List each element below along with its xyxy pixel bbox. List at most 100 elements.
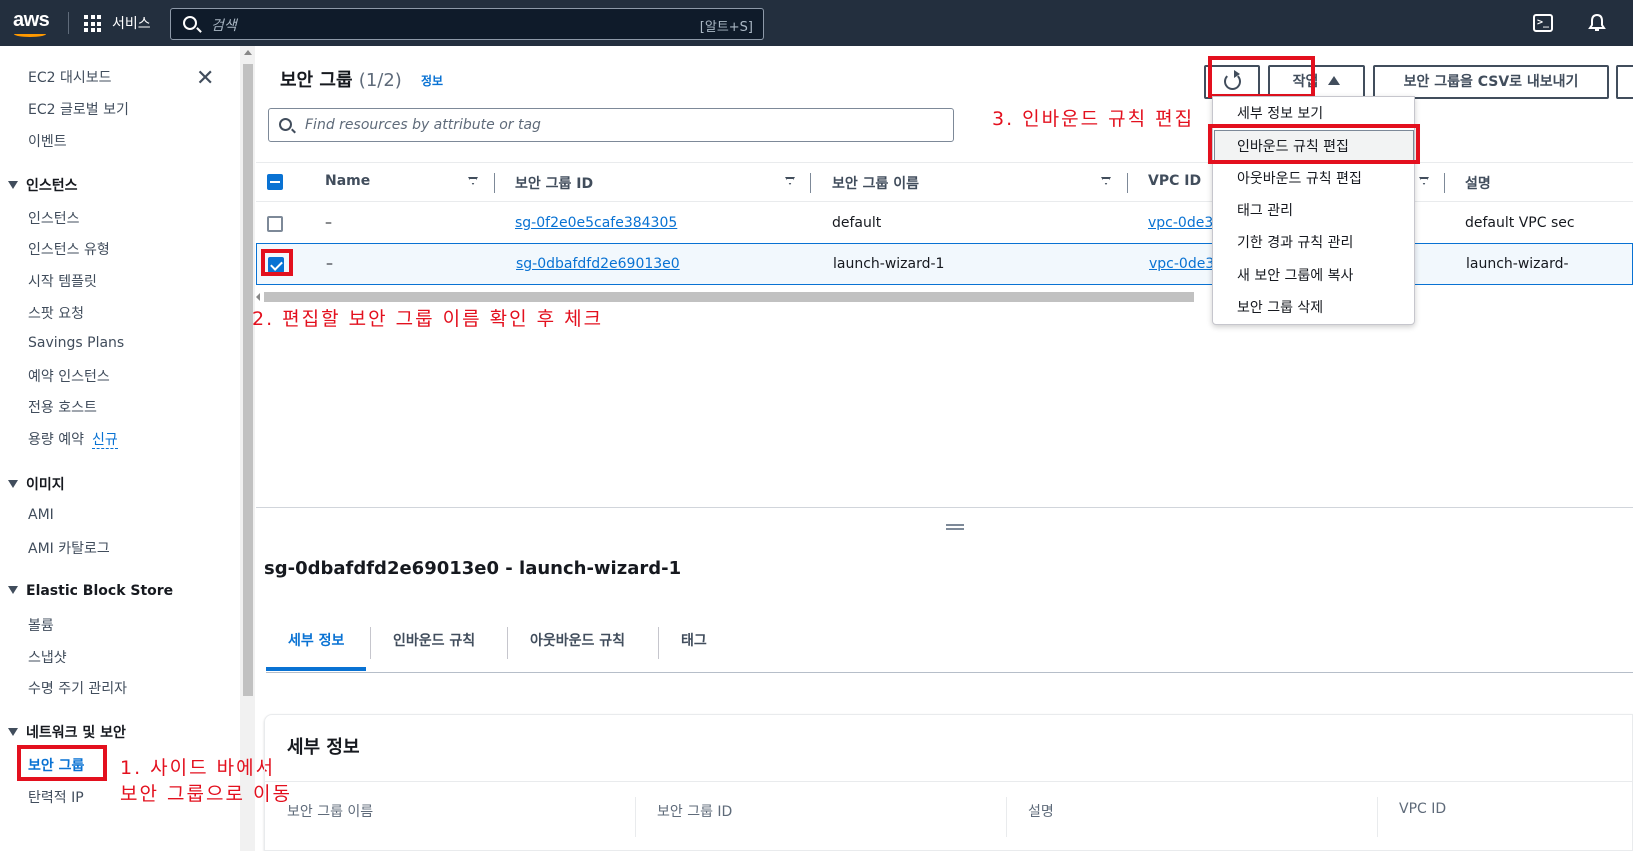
select-all-checkbox[interactable]: [267, 174, 283, 190]
table-row[interactable]: – sg-0f2e0e5cafe384305 default vpc-0de3 …: [256, 203, 1633, 245]
sidebar-item-events[interactable]: 이벤트: [28, 131, 67, 151]
annotation-box-step1: [17, 745, 107, 781]
cell-name: –: [326, 256, 333, 272]
caret-down-icon: [8, 728, 18, 736]
search-icon: [183, 16, 197, 30]
main-content: 보안 그룹 (1/2) 정보 작업 보안 그룹을 CSV로 내보내기 3. 인바…: [252, 46, 1633, 851]
aws-logo[interactable]: aws: [13, 9, 50, 32]
sidebar-item-instance-types[interactable]: 인스턴스 유형: [28, 239, 110, 259]
annotation-step1-line1: 1. 사이드 바에서: [120, 757, 276, 779]
menu-item-view-details[interactable]: 세부 정보 보기: [1237, 103, 1323, 123]
tab-inbound-rules[interactable]: 인바운드 규칙: [371, 627, 497, 671]
sidebar-item-ec2-dashboard[interactable]: EC2 대시보드: [28, 67, 112, 87]
detail-tabs: 세부 정보 인바운드 규칙 아웃바운드 규칙 태그: [266, 627, 1633, 673]
sidebar-item-lifecycle-manager[interactable]: 수명 주기 관리자: [28, 678, 127, 698]
info-link[interactable]: 정보: [421, 72, 443, 89]
field-separator: [635, 797, 636, 837]
menu-item-delete-security-group[interactable]: 보안 그룹 삭제: [1237, 297, 1323, 317]
menu-item-edit-outbound-rules[interactable]: 아웃바운드 규칙 편집: [1237, 168, 1362, 188]
annotation-step2: 2. 편집할 보안 그룹 이름 확인 후 체크: [252, 308, 604, 330]
sidebar-item-volumes[interactable]: 볼륨: [28, 615, 54, 635]
filter-icon[interactable]: [468, 177, 478, 185]
table-row-selected[interactable]: – sg-0dbafdfd2e69013e0 launch-wizard-1 v…: [256, 243, 1633, 285]
column-header-vpc-id[interactable]: VPC ID: [1148, 173, 1201, 189]
details-panel: 세부 정보 보안 그룹 이름 보안 그룹 ID 설명 VPC ID: [264, 714, 1633, 851]
menu-item-manage-stale-rules[interactable]: 기한 경과 규칙 관리: [1237, 232, 1353, 252]
column-header-sg-id[interactable]: 보안 그룹 ID: [515, 173, 593, 193]
tab-tags[interactable]: 태그: [659, 627, 729, 671]
scroll-left-arrow-icon[interactable]: [256, 293, 260, 301]
export-csv-button[interactable]: 보안 그룹을 CSV로 내보내기: [1373, 65, 1609, 99]
column-header-sg-name[interactable]: 보안 그룹 이름: [832, 173, 919, 193]
filter-icon[interactable]: [1101, 177, 1111, 185]
column-header-description[interactable]: 설명: [1465, 173, 1491, 193]
filter-input[interactable]: Find resources by attribute or tag: [268, 108, 954, 142]
sidebar-item-dedicated-hosts[interactable]: 전용 호스트: [28, 397, 97, 417]
caret-down-icon: [8, 586, 18, 594]
search-icon: [279, 118, 292, 131]
annotation-box-actions: [1208, 56, 1315, 98]
tab-details[interactable]: 세부 정보: [266, 627, 367, 671]
search-input[interactable]: 검색 [알트+S]: [170, 8, 764, 40]
sidebar-section-ebs[interactable]: Elastic Block Store: [8, 583, 173, 599]
column-separator[interactable]: [810, 173, 811, 193]
sidebar-item-capacity-reservations[interactable]: 용량 예약 신규: [28, 429, 118, 449]
bell-icon[interactable]: [1587, 13, 1607, 33]
page-title: 보안 그룹 (1/2): [280, 70, 402, 91]
menu-item-copy-to-new-group[interactable]: 새 보안 그룹에 복사: [1237, 265, 1353, 285]
field-label-sg-name: 보안 그룹 이름: [287, 804, 374, 820]
sidebar-item-ami-catalog[interactable]: AMI 카탈로그: [28, 538, 110, 558]
caret-down-icon: [8, 181, 18, 189]
search-shortcut-hint: [알트+S]: [699, 20, 753, 35]
selection-count: (1/2): [358, 70, 402, 91]
sg-id-link[interactable]: sg-0dbafdfd2e69013e0: [516, 256, 680, 272]
column-separator[interactable]: [494, 173, 495, 193]
close-icon[interactable]: ✕: [196, 68, 214, 90]
sidebar-item-reserved-instances[interactable]: 예약 인스턴스: [28, 366, 110, 386]
create-security-group-button[interactable]: [1616, 65, 1633, 99]
table-horizontal-scrollbar[interactable]: [264, 292, 1194, 302]
menu-item-manage-tags[interactable]: 태그 관리: [1237, 200, 1293, 220]
filter-icon[interactable]: [1419, 177, 1429, 185]
column-separator[interactable]: [1444, 173, 1445, 193]
cell-sg-name: launch-wizard-1: [833, 256, 945, 272]
sidebar-item-ec2-global-view[interactable]: EC2 글로벌 보기: [28, 99, 129, 119]
services-grid-icon[interactable]: [84, 15, 101, 32]
row-checkbox[interactable]: [267, 216, 283, 232]
sidebar-scrollbar-thumb[interactable]: [243, 64, 253, 696]
caret-up-icon: [1328, 76, 1341, 85]
sidebar-item-savings-plans[interactable]: Savings Plans: [28, 335, 124, 351]
cloudshell-icon[interactable]: >_: [1533, 14, 1553, 32]
table-header: Name 보안 그룹 ID 보안 그룹 이름 VPC ID 설명: [256, 162, 1633, 202]
new-badge: 신규: [91, 432, 118, 449]
sidebar-item-instances[interactable]: 인스턴스: [28, 208, 80, 228]
vpc-id-link[interactable]: vpc-0de3: [1149, 256, 1214, 272]
sidebar-item-launch-templates[interactable]: 시작 템플릿: [28, 271, 97, 291]
field-label-sg-id: 보안 그룹 ID: [657, 804, 733, 820]
resize-handle-icon[interactable]: [946, 524, 964, 530]
sidebar-item-elastic-ips[interactable]: 탄력적 IP: [28, 787, 84, 807]
sidebar: ✕ EC2 대시보드 EC2 글로벌 보기 이벤트 인스턴스 인스턴스 인스턴스…: [0, 46, 240, 851]
field-label-description: 설명: [1028, 804, 1054, 820]
top-navigation-bar: aws 서비스 검색 [알트+S] >_: [0, 0, 1633, 46]
sidebar-section-network-security[interactable]: 네트워크 및 보안: [8, 722, 126, 742]
sg-id-link[interactable]: sg-0f2e0e5cafe384305: [515, 215, 677, 231]
scroll-up-arrow-icon[interactable]: [244, 50, 252, 55]
sidebar-item-snapshots[interactable]: 스냅샷: [28, 647, 67, 667]
services-menu-button[interactable]: 서비스: [112, 13, 151, 33]
filter-icon[interactable]: [785, 177, 795, 185]
panel-title: 세부 정보: [287, 737, 360, 758]
sidebar-section-images[interactable]: 이미지: [8, 474, 65, 494]
panel-divider: [265, 781, 1633, 782]
sidebar-item-spot-requests[interactable]: 스팟 요청: [28, 303, 84, 323]
column-header-name[interactable]: Name: [325, 173, 370, 189]
annotation-box-step3: [1208, 124, 1420, 164]
vpc-id-link[interactable]: vpc-0de3: [1148, 215, 1213, 231]
column-separator[interactable]: [1127, 173, 1128, 193]
tab-outbound-rules[interactable]: 아웃바운드 규칙: [508, 627, 647, 671]
annotation-box-step2: [261, 249, 293, 276]
sidebar-item-ami[interactable]: AMI: [28, 507, 54, 523]
cell-description: default VPC sec: [1465, 215, 1575, 231]
sidebar-section-instances[interactable]: 인스턴스: [8, 175, 78, 195]
divider: [68, 12, 69, 34]
